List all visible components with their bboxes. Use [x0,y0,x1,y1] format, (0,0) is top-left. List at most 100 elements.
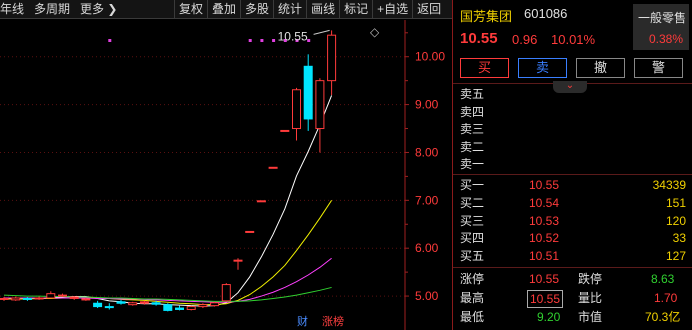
divider [453,174,692,175]
candle-body [0,297,9,300]
diamond-icon: ◇ [370,25,380,39]
order-level-label: 买二 [460,195,485,210]
order-volume: 120 [665,213,686,228]
order-price: 10.52 [529,231,560,246]
toolbar-button[interactable]: 多股 [240,0,273,19]
toolbar-button[interactable]: 统计 [273,0,306,19]
order-level-label: 买三 [460,213,485,228]
chevron-right-icon: ❯ [107,2,118,16]
last-price: 10.55 [460,30,498,47]
toolbar-button[interactable]: 返回 [412,0,445,19]
candle-body [104,306,114,309]
limit-up-stat: 涨停 [460,271,484,287]
candle-body [315,80,325,130]
ma-line-ma10 [4,200,333,306]
candle-body [292,89,301,130]
order-volume: 127 [665,249,686,264]
multi-period-button[interactable]: 多周期 [34,2,70,17]
toolbar-button[interactable]: +自选 [372,0,412,19]
vol-ratio-value: 1.70 [654,291,678,305]
candle-body [128,302,138,306]
price-axis-label: 9.00 [415,98,439,112]
sell-button[interactable]: 卖 [518,58,567,78]
candle-body [221,284,231,302]
order-volume: 151 [665,195,686,210]
candle-body [268,166,278,169]
price-change-pct: 10.01% [551,32,596,47]
price-change: 0.96 [512,32,538,47]
order-volume: 33 [672,231,686,246]
signal-dot [307,39,311,42]
stock-code: 601086 [524,6,568,21]
toolbar-button[interactable]: 画线 [306,0,339,19]
price-axis-label: 10.00 [415,50,445,64]
ask-row[interactable]: 卖二 [460,139,688,155]
buy-button[interactable]: 买 [460,58,509,78]
ask-row[interactable]: 卖三 [460,121,688,137]
candle-body [69,296,79,299]
signal-dot [272,39,276,42]
stat-label: 涨停 [460,272,485,286]
limit-down-value: 8.63 [651,272,675,286]
stat-label: 最低 [460,310,485,324]
divider [453,267,692,268]
candle-body [186,306,196,310]
candle-body [58,294,67,297]
candle-body [116,301,126,304]
quote-panel: 国芳集团 601086 10.55 0.96 10.01% 一般零售 0.38%… [452,0,692,330]
toolbar-button[interactable]: 标记 [339,0,372,19]
candle-body [175,307,184,310]
price-axis-label: 7.00 [415,193,439,207]
vol-ratio-stat: 量比 [578,290,602,306]
kline-chart[interactable]: 10.00 9.00 8.00 7.00 6.00 5.00 10.55 ◇ 财涨榜 [0,20,452,330]
toolbar-button[interactable]: 复权 [174,0,207,19]
price-axis-label: 6.00 [415,241,439,255]
signal-dot [108,39,112,42]
signal-dot [248,39,252,42]
order-level-label: 卖四 [460,104,485,119]
high-marker-arrow [313,29,330,35]
bid-row[interactable]: 买一 10.55 34339 [460,177,688,193]
ask-row[interactable]: 卖五 [460,86,688,102]
order-price: 10.55 [529,178,560,192]
bid-row[interactable]: 买三 10.53 120 [460,213,688,229]
candle-body [303,65,313,120]
chart-toolbar: 年线 多周期 更多 ❯ 复权 叠加 多股 统计 画线 标记 +自选 返回 [0,0,452,19]
candle-body [198,304,208,308]
period-tab-year[interactable]: 年线 [0,2,24,17]
cancel-order-button[interactable]: 撤 [576,58,625,78]
candle-body [46,293,56,299]
stat-label: 最高 [460,291,485,305]
toolbar-button[interactable]: 叠加 [207,0,240,19]
candle-body [81,298,91,301]
order-level-label: 卖一 [460,157,485,171]
candle-body [11,297,21,301]
high-stat: 最高 [460,290,484,306]
sector-badge[interactable]: 一般零售 0.38% [633,4,689,50]
ask-row[interactable]: 卖四 [460,104,688,120]
stock-name: 国芳集团 [460,9,513,24]
bid-row[interactable]: 买二 10.54 151 [460,195,688,211]
ask-row[interactable]: 卖一 [460,156,688,172]
candle-body [327,34,337,82]
ma-line-ma5 [3,95,333,307]
more-menu-button[interactable]: 更多 ❯ [80,2,117,17]
candle-body [139,301,149,304]
candle-body [210,302,220,307]
candle-body [280,129,290,132]
order-level-label: 卖三 [460,122,485,136]
high-marker-label: 10.55 [278,29,308,43]
candle-body [34,297,44,300]
kline-chart-svg: 10.00 9.00 8.00 7.00 6.00 5.00 10.55 ◇ 财 涨榜 [0,20,445,330]
low-value: 9.20 [537,310,561,324]
bid-row[interactable]: 买五 10.51 127 [460,248,688,264]
order-level-label: 买四 [460,231,485,246]
price-axis-label: 5.00 [415,289,439,303]
low-stat: 最低 [460,309,484,325]
limit-up-value: 10.55 [529,272,560,286]
order-level-label: 卖二 [460,139,485,154]
alert-button[interactable]: 警 [634,58,683,78]
bid-row[interactable]: 买四 10.52 33 [460,230,688,246]
candle-body [151,302,161,305]
candle-body [22,297,32,300]
